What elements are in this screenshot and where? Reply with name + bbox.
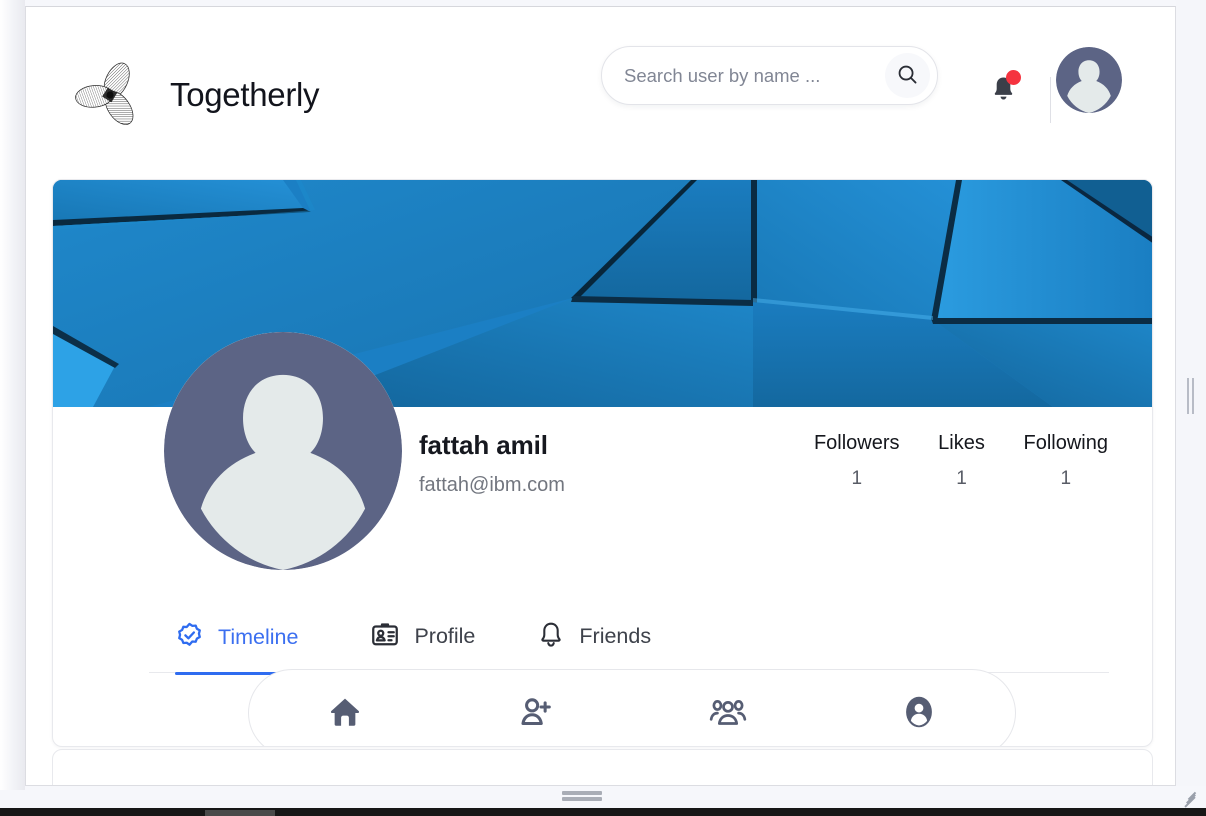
search-button[interactable] — [885, 53, 930, 98]
stat-followers[interactable]: Followers 1 — [814, 432, 900, 490]
header-divider — [1050, 77, 1051, 123]
stat-following-value: 1 — [1060, 468, 1072, 489]
app-window: Togetherly Search user by name ... fatta… — [25, 6, 1176, 786]
home-icon — [327, 694, 363, 733]
profile-avatar[interactable] — [164, 332, 402, 570]
profile-email: fattah@ibm.com — [419, 474, 565, 496]
profile-identity: fattah amil fattah@ibm.com — [419, 430, 565, 497]
bottom-bar — [25, 786, 1206, 808]
nav-friends[interactable] — [632, 669, 824, 746]
search-input[interactable] — [624, 64, 885, 87]
profile-name: fattah amil — [419, 430, 548, 460]
tab-profile-label: Profile — [414, 624, 476, 648]
taskbar-active-item[interactable] — [205, 810, 275, 816]
vertical-resize-handle[interactable] — [1187, 378, 1195, 414]
badge-check-icon — [175, 621, 204, 653]
user-plus-icon — [518, 694, 554, 733]
app-header: Togetherly — [26, 7, 1175, 167]
user-circle-icon — [901, 694, 937, 733]
header-avatar[interactable] — [1056, 47, 1122, 113]
tab-profile[interactable]: Profile — [370, 620, 475, 675]
nav-add-friend[interactable] — [441, 669, 633, 746]
stat-following[interactable]: Following 1 — [1024, 432, 1108, 490]
horizontal-drag-handle[interactable] — [562, 791, 602, 802]
bell-icon — [537, 620, 565, 653]
search-icon — [896, 63, 919, 89]
left-gutter — [0, 0, 25, 790]
people-group-icon — [709, 693, 747, 734]
desktop-background: Togetherly Search user by name ... fatta… — [0, 0, 1206, 816]
nav-profile[interactable] — [824, 669, 1016, 746]
tab-friends[interactable]: Friends — [537, 620, 651, 675]
profile-card: fattah amil fattah@ibm.com Followers 1 L… — [52, 179, 1153, 747]
id-card-icon — [370, 620, 400, 653]
stat-following-label: Following — [1023, 432, 1108, 454]
tab-friends-label: Friends — [579, 624, 652, 648]
search-bar[interactable] — [601, 46, 938, 105]
brand[interactable]: Togetherly — [74, 59, 320, 131]
notification-badge — [1006, 70, 1021, 85]
user-avatar-icon — [1056, 47, 1122, 113]
tab-timeline[interactable]: Timeline — [175, 621, 299, 675]
propeller-logo-icon — [74, 59, 146, 131]
stat-followers-label: Followers — [813, 432, 900, 454]
tab-timeline-label: Timeline — [218, 624, 299, 649]
feed-card — [52, 749, 1153, 785]
profile-stats: Followers 1 Likes 1 Following 1 — [814, 432, 1108, 490]
bottom-nav — [248, 669, 1016, 746]
nav-home[interactable] — [249, 669, 441, 746]
profile-tabs: Timeline Profile Friends — [149, 620, 1109, 675]
default-user-avatar-icon — [164, 332, 402, 570]
stat-likes[interactable]: Likes 1 — [938, 432, 986, 490]
stat-likes-label: Likes — [938, 432, 985, 454]
taskbar — [0, 808, 1206, 816]
stat-likes-value: 1 — [956, 468, 967, 489]
brand-title: Togetherly — [170, 76, 320, 113]
stat-followers-value: 1 — [851, 468, 863, 489]
corner-resize-grip[interactable] — [1182, 789, 1200, 808]
